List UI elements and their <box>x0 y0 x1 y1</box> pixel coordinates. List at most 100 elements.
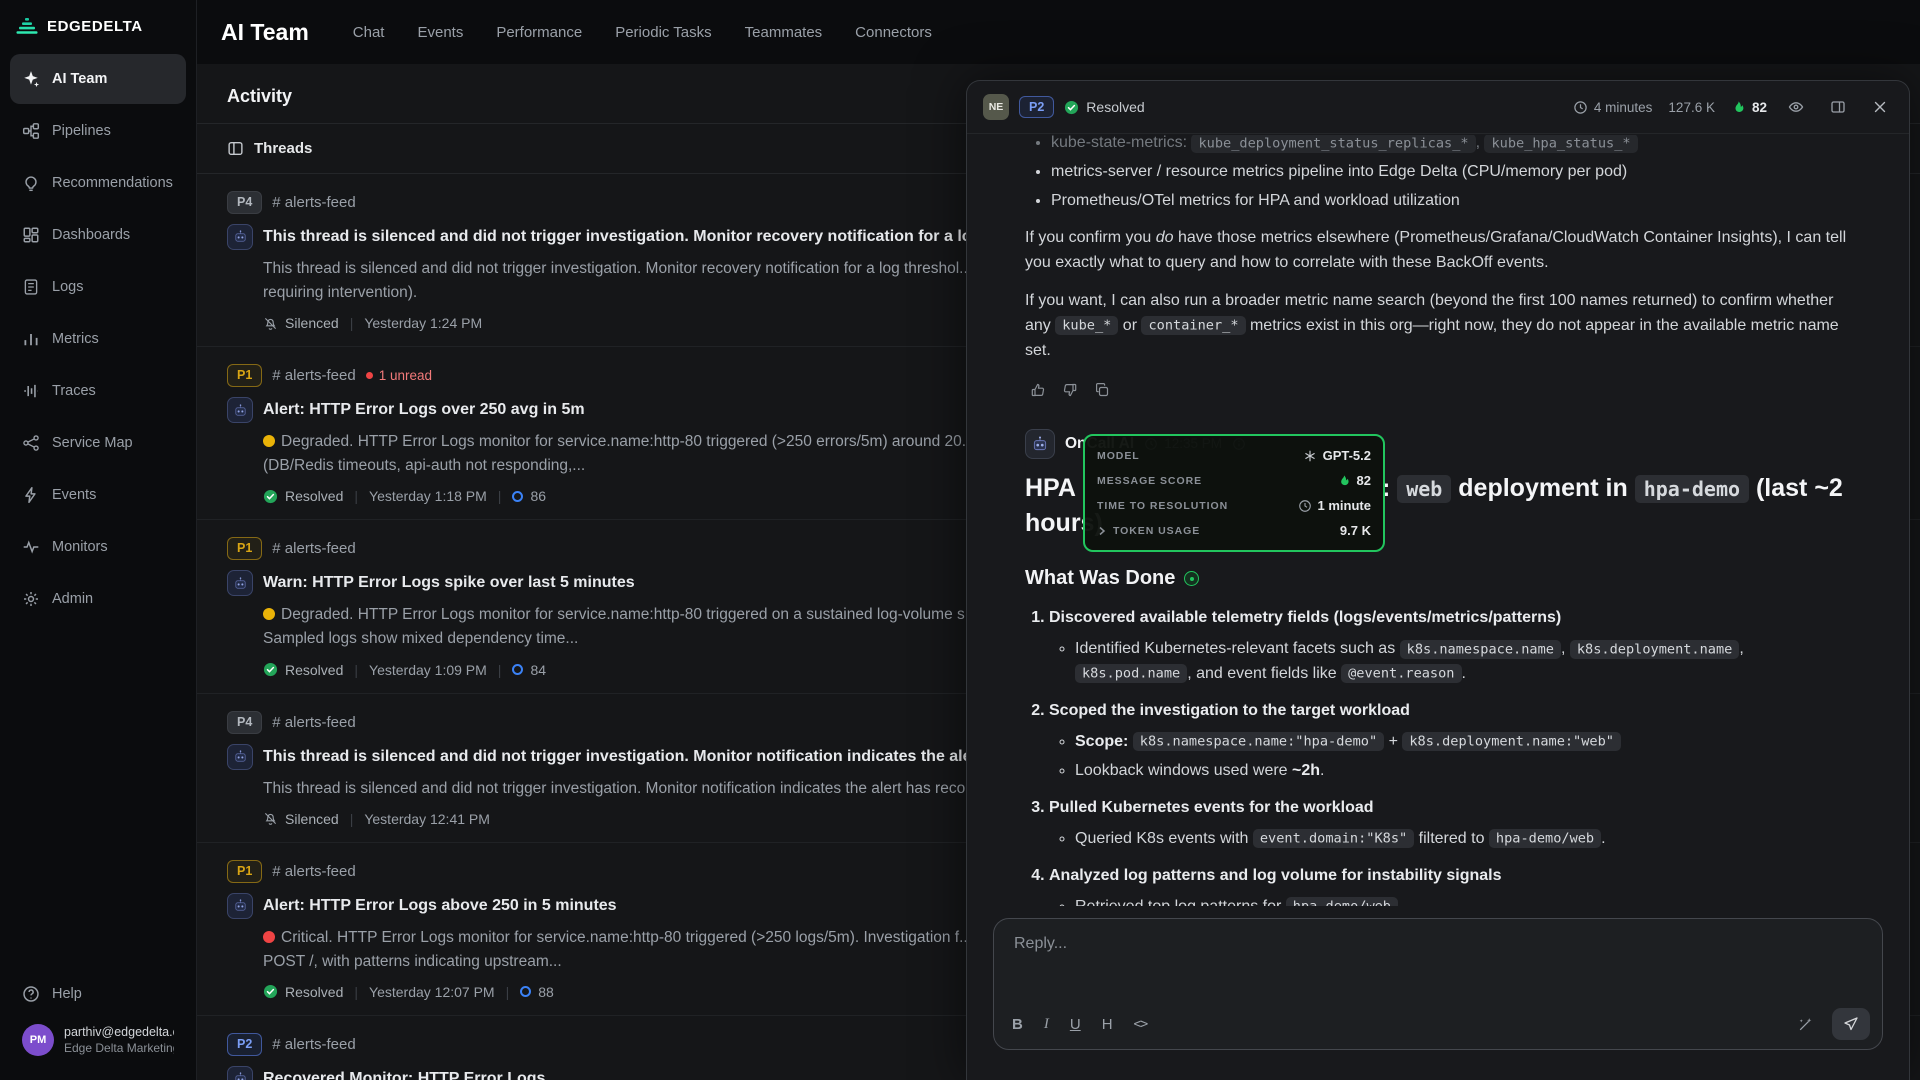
severity-dot <box>263 931 275 943</box>
page-title: AI Team <box>221 19 309 46</box>
threads-header-label: Threads <box>254 140 312 157</box>
panel-header: NE P2 Resolved 4 minutes 127.6 K 82 <box>967 81 1909 134</box>
sidebar-item-label: Traces <box>52 383 96 399</box>
sidebar-item-label: AI Team <box>52 71 107 87</box>
format-underline-button[interactable]: U <box>1070 1017 1081 1032</box>
sidebar-item-help[interactable]: Help <box>10 972 186 1016</box>
tab-teammates[interactable]: Teammates <box>745 24 823 41</box>
reply-toolbar: B I U H <> <box>1012 1008 1870 1040</box>
score-icon <box>512 491 523 502</box>
tab-chat[interactable]: Chat <box>353 24 385 41</box>
thumbs-down-button[interactable] <box>1057 377 1083 403</box>
sidebar-item-logs[interactable]: Logs <box>10 262 186 312</box>
sidebar-item-traces[interactable]: Traces <box>10 366 186 416</box>
message-paragraph: If you confirm you do have those metrics… <box>1025 226 1855 276</box>
sidebar-item-ai-team[interactable]: AI Team <box>10 54 186 104</box>
tooltip-row-token-usage[interactable]: TOKEN USAGE9.7 K <box>1097 518 1371 543</box>
steps-list: Discovered available telemetry fields (l… <box>1025 606 1860 906</box>
step-title: Discovered available telemetry fields (l… <box>1049 609 1561 626</box>
activity-title: Activity <box>227 86 292 106</box>
bullet-item: kube-state-metrics: kube_deployment_stat… <box>1051 135 1861 156</box>
priority-badge: P1 <box>227 364 262 387</box>
priority-badge: P4 <box>227 711 262 734</box>
thread-channel: # alerts-feed <box>272 367 355 384</box>
format-mono-button[interactable]: <> <box>1134 1018 1148 1031</box>
tab-performance[interactable]: Performance <box>496 24 582 41</box>
copy-button[interactable] <box>1089 377 1115 403</box>
bot-avatar <box>227 744 253 770</box>
sidebar-item-pipelines[interactable]: Pipelines <box>10 106 186 156</box>
edgedelta-logo-icon <box>16 16 38 36</box>
watch-button[interactable] <box>1783 94 1809 120</box>
layout-toggle-button[interactable] <box>1825 94 1851 120</box>
metrics-icon <box>22 330 40 348</box>
send-button[interactable] <box>1832 1008 1870 1040</box>
pipelines-icon <box>22 122 40 140</box>
step-detail: Queried K8s events with event.domain:"K8… <box>1075 827 1860 852</box>
sidebar-item-monitors[interactable]: Monitors <box>10 522 186 572</box>
score-chip: 82 <box>1731 100 1767 115</box>
sidebar-item-recommendations[interactable]: Recommendations <box>10 158 186 208</box>
unread-indicator: 1 unread <box>366 368 432 383</box>
tab-periodic-tasks[interactable]: Periodic Tasks <box>615 24 711 41</box>
help-icon <box>22 985 40 1003</box>
thread-score: 88 <box>520 984 554 1000</box>
thread-title: This thread is silenced and did not trig… <box>263 748 1057 766</box>
clock-icon <box>1573 100 1588 115</box>
silenced-icon <box>263 811 278 826</box>
thread-channel: # alerts-feed <box>272 1036 355 1053</box>
sidebar-item-label: Events <box>52 487 96 503</box>
logs-icon <box>22 278 40 296</box>
step-title: Analyzed log patterns and log volume for… <box>1049 867 1502 884</box>
bullet-item: metrics-server / resource metrics pipeli… <box>1051 160 1861 185</box>
reply-box: Reply... B I U H <> <box>993 918 1883 1050</box>
chevron-right-icon <box>1097 526 1107 536</box>
thumbs-up-button[interactable] <box>1025 377 1051 403</box>
step-title: Scoped the investigation to the target w… <box>1049 702 1410 719</box>
tab-events[interactable]: Events <box>417 24 463 41</box>
step-item: Analyzed log patterns and log volume for… <box>1049 864 1860 906</box>
thread-title: Recovered Monitor: HTTP Error Logs <box>263 1070 545 1080</box>
thread-status: Silenced <box>263 315 339 331</box>
user-email: parthiv@edgedelta.co... <box>64 1025 174 1039</box>
resolved-icon <box>263 984 278 999</box>
score-icon <box>512 664 523 675</box>
ai-assist-icon[interactable] <box>1792 1011 1818 1037</box>
user-menu[interactable]: PM parthiv@edgedelta.co... Edge Delta Ma… <box>10 1016 186 1072</box>
token-count: 127.6 K <box>1668 100 1715 115</box>
edgedelta-logo[interactable]: EDGEDELTA <box>0 0 196 48</box>
sidebar-item-label: Pipelines <box>52 123 111 139</box>
monitors-icon <box>22 538 40 556</box>
format-italic-button[interactable]: I <box>1044 1017 1049 1032</box>
brand-name: EDGEDELTA <box>47 18 143 35</box>
sidebar-item-admin[interactable]: Admin <box>10 574 186 624</box>
bot-avatar <box>227 893 253 919</box>
sidebar-item-label: Recommendations <box>52 175 173 191</box>
tab-connectors[interactable]: Connectors <box>855 24 932 41</box>
reply-input[interactable]: Reply... <box>994 919 1882 969</box>
thread-timestamp: Yesterday 1:09 PM <box>369 662 487 678</box>
format-plain-button[interactable]: H <box>1102 1017 1113 1032</box>
step-detail: Scope: k8s.namespace.name:"hpa-demo" + k… <box>1075 730 1860 755</box>
clock-icon <box>1298 499 1312 513</box>
score-icon <box>520 986 531 997</box>
admin-icon <box>22 590 40 608</box>
thread-title: Alert: HTTP Error Logs above 250 in 5 mi… <box>263 897 617 915</box>
close-button[interactable] <box>1867 94 1893 120</box>
priority-badge: P2 <box>1019 96 1054 119</box>
format-bold-button[interactable]: B <box>1012 1017 1023 1032</box>
status-badge: Resolved <box>1064 99 1144 115</box>
sidebar-item-metrics[interactable]: Metrics <box>10 314 186 364</box>
bullet-item: Prometheus/OTel metrics for HPA and work… <box>1051 189 1861 214</box>
sidebar-item-events[interactable]: Events <box>10 470 186 520</box>
thread-timestamp: Yesterday 1:24 PM <box>364 315 482 331</box>
severity-dot <box>263 608 275 620</box>
sidebar-item-label: Metrics <box>52 331 99 347</box>
sidebar-item-service-map[interactable]: Service Map <box>10 418 186 468</box>
sidebar-item-label: Dashboards <box>52 227 130 243</box>
assistant-bullet-list: kube-state-metrics: kube_deployment_stat… <box>1025 135 1861 213</box>
sidebar-item-dashboards[interactable]: Dashboards <box>10 210 186 260</box>
step-item: Pulled Kubernetes events for the workloa… <box>1049 796 1860 852</box>
priority-badge: P1 <box>227 860 262 883</box>
thread-score: 84 <box>512 662 546 678</box>
